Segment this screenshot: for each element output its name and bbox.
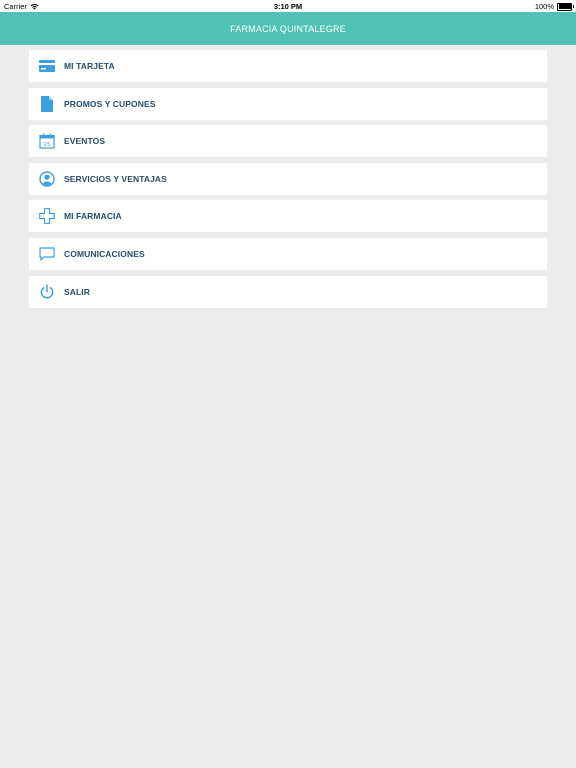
menu-item-promos-y-cupones[interactable]: PROMOS Y CUPONES	[29, 87, 547, 120]
chat-icon	[38, 245, 55, 262]
status-right: 100%	[534, 2, 574, 11]
battery-icon	[557, 2, 574, 11]
menu-item-label: SALIR	[64, 286, 90, 297]
status-bar: Carrier 3:10 PM 100%	[0, 0, 576, 12]
menu-item-comunicaciones[interactable]: COMUNICACIONES	[29, 237, 547, 270]
status-time: 3:10 PM	[273, 2, 303, 11]
menu-item-label: EVENTOS	[64, 136, 106, 147]
card-icon	[38, 58, 55, 75]
document-icon	[38, 95, 55, 112]
menu-item-label: MI TARJETA	[64, 61, 115, 71]
battery-percent: 100%	[534, 2, 554, 11]
main-menu: MI TARJETA PROMOS Y CUPONES 25 EVENTOS S…	[29, 50, 547, 313]
menu-item-eventos[interactable]: 25 EVENTOS	[29, 125, 547, 158]
menu-item-servicios-y-ventajas[interactable]: SERVICIOS Y VENTAJAS	[29, 162, 547, 195]
menu-item-mi-farmacia[interactable]: MI FARMACIA	[29, 200, 547, 233]
menu-item-label: PROMOS Y CUPONES	[64, 98, 156, 109]
menu-item-label: MI FARMACIA	[64, 211, 122, 222]
user-icon	[38, 170, 55, 187]
calendar-day: 25	[43, 142, 50, 148]
cross-icon	[38, 208, 55, 225]
page-title: FARMACIA QUINTALEGRE	[230, 23, 346, 34]
menu-item-label: SERVICIOS Y VENTAJAS	[64, 173, 167, 184]
nav-bar: FARMACIA QUINTALEGRE	[0, 12, 576, 45]
calendar-icon: 25	[38, 133, 55, 150]
menu-item-salir[interactable]: SALIR	[29, 275, 547, 308]
menu-item-label: COMUNICACIONES	[64, 248, 145, 259]
power-icon	[38, 283, 55, 300]
menu-item-mi-tarjeta[interactable]: MI TARJETA	[29, 50, 547, 82]
